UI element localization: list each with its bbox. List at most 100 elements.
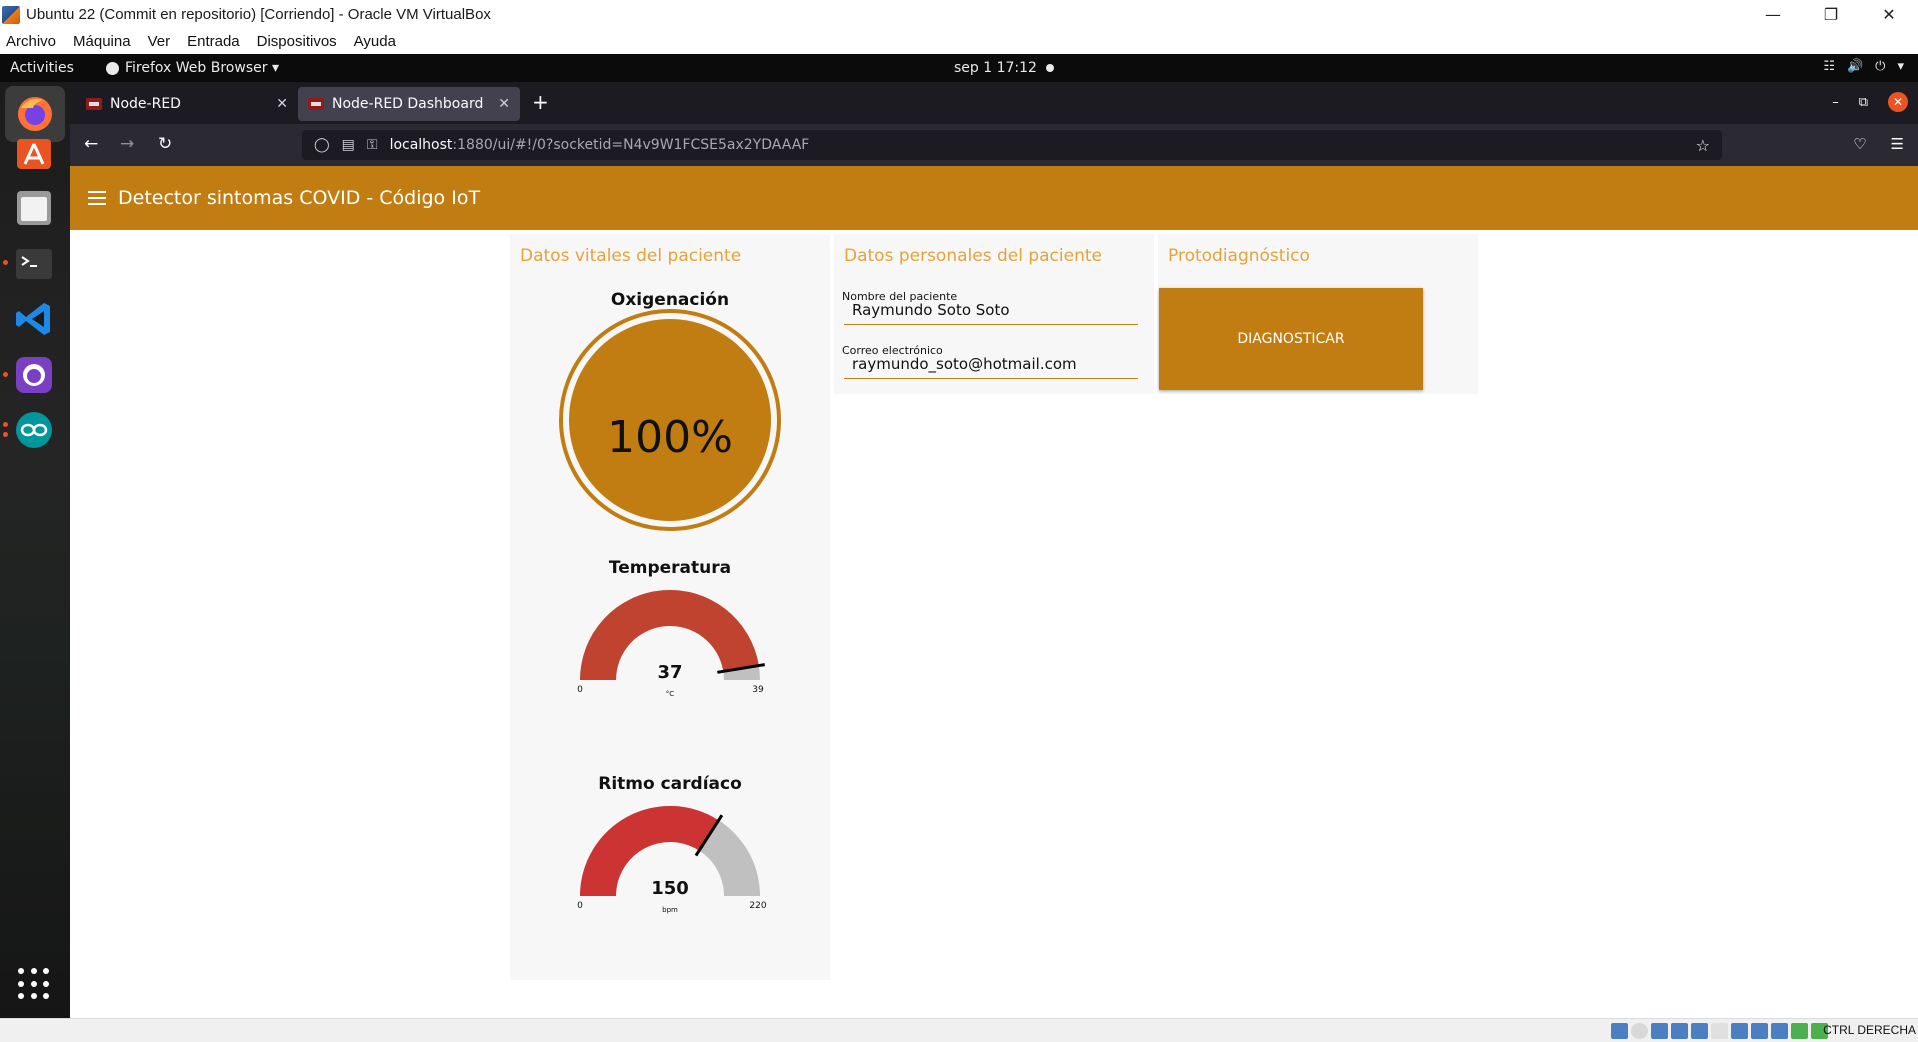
network-icon: ☷ xyxy=(1823,59,1835,74)
github-icon xyxy=(16,357,52,393)
email-field-underline xyxy=(844,378,1138,379)
group-title: Datos personales del paciente xyxy=(844,246,1102,266)
virtualbox-app-icon xyxy=(2,5,20,24)
email-field[interactable]: raymundo_soto@hotmail.com xyxy=(852,355,1077,373)
tab-label: Node-RED xyxy=(110,96,181,112)
temperature-unit: °C xyxy=(666,690,675,698)
display-icon[interactable] xyxy=(1731,1023,1748,1039)
menu-entrada[interactable]: Entrada xyxy=(187,33,240,50)
temperature-gauge: 37 °C 0 39 xyxy=(577,590,765,698)
host-key-label: CTRL DERECHA xyxy=(1823,1023,1916,1037)
menu-dispositivos[interactable]: Dispositivos xyxy=(257,33,337,50)
close-button[interactable]: ✕ xyxy=(1860,0,1918,29)
menu-icon[interactable]: ☰ xyxy=(1891,135,1904,153)
new-tab-button[interactable]: + xyxy=(532,90,549,114)
diagnose-button[interactable]: DIAGNOSTICAR xyxy=(1159,288,1423,390)
activities-button[interactable]: Activities xyxy=(10,60,74,76)
running-indicator xyxy=(3,422,8,427)
dashboard-body: Datos vitales del paciente Oxigenación 1… xyxy=(70,230,1918,1018)
reload-icon[interactable]: ↻ xyxy=(158,134,172,154)
personal-data-group: Datos personales del paciente Nombre del… xyxy=(834,234,1154,394)
arduino-icon xyxy=(16,412,52,448)
close-icon[interactable]: ✕ xyxy=(1888,92,1908,112)
power-icon: ⏻ xyxy=(1875,59,1886,74)
name-field[interactable]: Raymundo Soto Soto xyxy=(852,301,1010,319)
app-menu-label: Firefox Web Browser ▾ xyxy=(125,60,279,76)
dock-vscode[interactable] xyxy=(11,296,57,342)
firefox-window-controls: – ⧉ ✕ xyxy=(1832,92,1908,112)
close-tab-icon[interactable]: ✕ xyxy=(276,96,288,112)
recording-indicator-icon xyxy=(1046,64,1054,72)
node-red-favicon-icon xyxy=(308,98,324,110)
dock-files[interactable] xyxy=(11,184,57,230)
dashboard-title: Detector sintomas COVID - Código IoT xyxy=(118,187,481,209)
audio-icon[interactable] xyxy=(1651,1023,1668,1039)
page-icon: ▤ xyxy=(341,137,355,153)
firefox-toolbar-right: ♡ ☰ xyxy=(1853,135,1904,153)
virtualbox-menubar: Archivo Máquina Ver Entrada Dispositivos… xyxy=(0,29,1918,54)
oxygen-value: 100% xyxy=(607,412,733,463)
menu-archivo[interactable]: Archivo xyxy=(6,33,56,50)
heart-rate-label: Ritmo cardíaco xyxy=(598,774,742,794)
heart-rate-min: 0 xyxy=(577,901,583,911)
files-icon xyxy=(17,191,51,225)
dashboard-header: Detector sintomas COVID - Código IoT xyxy=(70,166,1918,230)
menu-ayuda[interactable]: Ayuda xyxy=(354,33,396,50)
running-indicator xyxy=(3,260,8,265)
show-apps-icon[interactable] xyxy=(18,968,50,1000)
cpu-icon[interactable] xyxy=(1771,1023,1788,1039)
network-icon[interactable] xyxy=(1671,1023,1688,1039)
shield-icon[interactable]: ◯ xyxy=(314,137,330,153)
maximize-icon[interactable]: ⧉ xyxy=(1859,95,1868,110)
virtualbox-statusbar: CTRL DERECHA xyxy=(0,1018,1918,1042)
forward-arrow-icon[interactable]: → xyxy=(120,134,134,154)
virtualbox-titlebar: Ubuntu 22 (Commit en repositorio) [Corri… xyxy=(0,0,1918,29)
running-indicator xyxy=(3,372,8,377)
bookmark-star-icon[interactable]: ☆ xyxy=(1696,136,1710,155)
oxygen-label: Oxigenación xyxy=(610,290,730,310)
heart-rate-value: 150 xyxy=(651,878,689,899)
app-menu[interactable]: Firefox Web Browser ▾ xyxy=(106,60,279,76)
minimize-icon[interactable]: – xyxy=(1832,95,1839,110)
group-title: Protodiagnóstico xyxy=(1168,246,1310,266)
heart-rate-gauge: 150 bpm 0 220 xyxy=(577,806,767,914)
name-field-underline xyxy=(844,324,1138,325)
software-center-icon xyxy=(17,139,51,169)
node-red-favicon-icon xyxy=(86,98,102,110)
clock[interactable]: sep 1 17:12 xyxy=(954,60,1037,76)
restore-button[interactable]: ❐ xyxy=(1802,0,1860,29)
heart-rate-unit: bpm xyxy=(662,906,678,914)
window-title: Ubuntu 22 (Commit en repositorio) [Corri… xyxy=(26,6,491,23)
url-host: localhost xyxy=(389,137,453,153)
optical-drive-icon[interactable] xyxy=(1631,1023,1648,1039)
dock-github-desktop[interactable] xyxy=(11,352,57,398)
temperature-value: 37 xyxy=(657,662,682,683)
dock-arduino[interactable] xyxy=(11,407,57,453)
dock-terminal[interactable] xyxy=(11,240,57,286)
key-icon: ⚿ xyxy=(366,137,378,153)
minimize-button[interactable]: — xyxy=(1744,0,1802,29)
vscode-icon xyxy=(16,303,50,335)
running-indicator xyxy=(3,432,8,437)
system-tray[interactable]: ☷ 🔊 ⏻ ▾ xyxy=(1823,59,1904,74)
chevron-down-icon: ▾ xyxy=(1897,59,1904,74)
tab-node-red-dashboard[interactable]: Node-RED Dashboard ✕ xyxy=(298,87,520,121)
usb-icon[interactable] xyxy=(1691,1023,1708,1039)
firefox-tabbar: Node-RED ✕ Node-RED Dashboard ✕ + – ⧉ ✕ xyxy=(70,82,1918,124)
pocket-icon[interactable]: ♡ xyxy=(1853,135,1866,153)
hard-disk-icon[interactable] xyxy=(1611,1023,1628,1039)
close-tab-icon[interactable]: ✕ xyxy=(498,96,510,112)
mouse-integration-icon[interactable] xyxy=(1791,1023,1808,1039)
url-bar[interactable]: ◯ ▤ ⚿ localhost:1880/ui/#!/0?socketid=N4… xyxy=(302,130,1722,160)
recording-icon[interactable] xyxy=(1751,1023,1768,1039)
menu-ver[interactable]: Ver xyxy=(148,33,171,50)
firefox-navbar: ← → ↻ ◯ ▤ ⚿ localhost:1880/ui/#!/0?socke… xyxy=(70,124,1918,166)
menu-maquina[interactable]: Máquina xyxy=(73,33,131,50)
vitals-group: Datos vitales del paciente Oxigenación 1… xyxy=(510,234,830,980)
tab-node-red[interactable]: Node-RED ✕ xyxy=(76,87,298,121)
shared-folders-icon[interactable] xyxy=(1711,1023,1728,1039)
hamburger-menu-icon[interactable] xyxy=(88,191,106,205)
diagnosis-group: Protodiagnóstico DIAGNOSTICAR xyxy=(1158,234,1478,394)
dock-software[interactable] xyxy=(11,128,57,174)
back-arrow-icon[interactable]: ← xyxy=(84,134,98,154)
